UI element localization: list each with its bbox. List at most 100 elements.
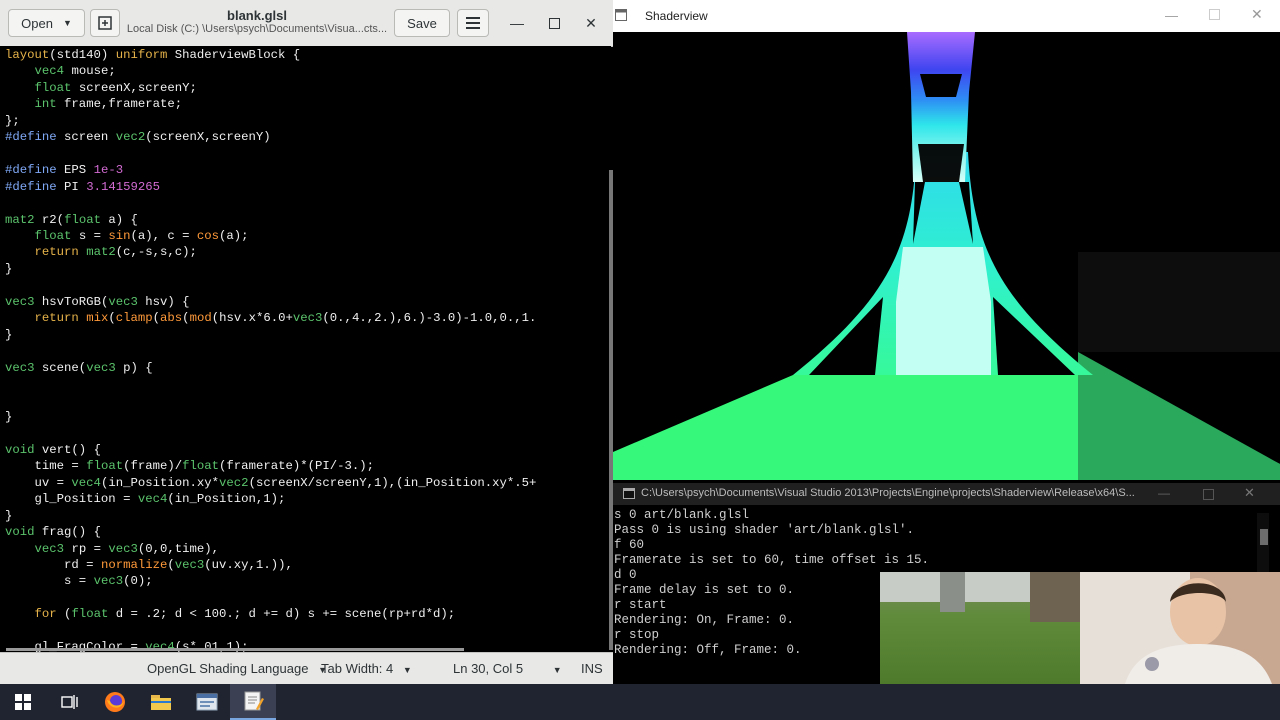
chevron-down-icon: ▼ (552, 665, 562, 675)
maximize-button[interactable] (1203, 489, 1214, 500)
code-line: vec3 hsvToRGB(vec3 hsv) { (5, 294, 190, 309)
tab-width-selector[interactable]: Tab Width: 4 ▼ (321, 661, 412, 676)
close-icon: ✕ (1251, 6, 1263, 22)
code-line: s = vec3(0); (5, 574, 153, 589)
tab-width-label: Tab Width: 4 (321, 661, 394, 676)
console-line: Rendering: On, Frame: 0. (614, 613, 795, 627)
console-line: d 0 (614, 568, 637, 582)
app-window-button[interactable] (184, 684, 230, 720)
new-document-icon (98, 16, 112, 30)
code-line: } (5, 409, 13, 424)
code-line: void vert() { (5, 442, 101, 457)
document-title: blank.glsl (227, 8, 287, 23)
code-line: return mix(clamp(abs(mod(hsv.x*6.0+vec3(… (34, 311, 537, 326)
horizontal-scrollbar[interactable] (6, 648, 464, 651)
editor-window: Open ▼ blank.glsl Local Disk (C:) \Users… (0, 0, 613, 685)
maximize-button[interactable] (543, 12, 565, 34)
folder-icon (151, 695, 171, 710)
gedit-button[interactable] (230, 684, 276, 720)
code-line: void frag() { (5, 525, 101, 540)
document-path: Local Disk (C:) \Users\psych\Documents\V… (126, 23, 388, 35)
minimize-button[interactable]: — (1158, 486, 1170, 500)
code-line: vec3 scene(vec3 p) { (5, 360, 153, 375)
rendered-scene (613, 32, 1280, 480)
chevron-down-icon: ▼ (402, 665, 412, 675)
minimize-button[interactable]: — (1165, 8, 1178, 23)
code-line: gl_Position = vec4(in_Position,1); (5, 492, 286, 507)
code-line: time = float(frame)/float(framerate)*(PI… (5, 459, 375, 474)
taskbar (0, 684, 1280, 720)
code-editor[interactable]: layout(std140) uniform ShaderviewBlock {… (0, 46, 611, 652)
firefox-button[interactable] (92, 684, 138, 720)
console-line: f 60 (614, 538, 645, 552)
code-line: int frame,framerate; (34, 97, 183, 112)
code-line: float screenX,screenY; (34, 80, 197, 95)
language-selector[interactable]: OpenGL Shading Language ▼ (147, 661, 327, 676)
close-button[interactable]: ✕ (1244, 485, 1255, 501)
start-button[interactable] (0, 684, 46, 720)
minimize-icon: — (1158, 486, 1170, 500)
minimize-button[interactable]: — (506, 12, 528, 34)
console-line: Framerate is set to 60, time offset is 1… (614, 553, 930, 567)
code-line: }; (5, 113, 20, 128)
save-button[interactable]: Save (394, 9, 450, 37)
cursor-position-selector[interactable]: Ln 30, Col 5 ▼ (453, 661, 562, 676)
console-icon (623, 488, 635, 499)
language-label: OpenGL Shading Language (147, 661, 309, 676)
windows-logo-icon (15, 694, 31, 710)
code-line: #define screen vec2(screenX,screenY) (5, 130, 271, 145)
menu-button[interactable] (457, 9, 489, 37)
code-line: #define EPS 1e-3 (5, 163, 124, 178)
text-editor-icon (244, 691, 264, 711)
hamburger-icon (466, 17, 480, 29)
editor-headerbar: Open ▼ blank.glsl Local Disk (C:) \Users… (0, 0, 613, 47)
status-bar: OpenGL Shading Language ▼ Tab Width: 4 ▼… (0, 652, 613, 685)
shader-render-canvas[interactable] (613, 32, 1280, 480)
minimize-icon: — (510, 15, 524, 31)
console-line: Rendering: Off, Frame: 0. (614, 643, 802, 657)
app-window-icon (196, 693, 218, 711)
save-label: Save (407, 15, 437, 31)
console-line: Frame delay is set to 0. (614, 583, 795, 597)
window-icon (615, 9, 627, 21)
code-line: } (5, 508, 13, 523)
task-view-button[interactable] (46, 684, 92, 720)
shaderview-title: Shaderview (645, 9, 708, 23)
code-line: return mat2(c,-s,s,c); (34, 245, 197, 260)
insert-mode-label: INS (581, 661, 603, 676)
console-path: C:\Users\psych\Documents\Visual Studio 2… (641, 487, 1135, 499)
open-button[interactable]: Open ▼ (8, 9, 85, 37)
code-line: float s = sin(a), c = cos(a); (34, 228, 249, 243)
close-button[interactable]: ✕ (580, 12, 602, 34)
maximize-button[interactable] (1209, 9, 1220, 20)
open-label: Open (21, 15, 53, 31)
code-line: for (float d = .2; d < 100.; d += d) s +… (34, 607, 456, 622)
close-button[interactable]: ✕ (1251, 6, 1263, 23)
code-line: vec4 mouse; (34, 64, 116, 79)
console-line: Pass 0 is using shader 'art/blank.glsl'. (614, 523, 915, 537)
scrollbar-thumb[interactable] (1260, 529, 1268, 545)
shaderview-titlebar: Shaderview — ✕ (613, 0, 1280, 33)
minimize-icon: — (1165, 8, 1178, 23)
close-icon: ✕ (1244, 485, 1255, 500)
code-line: layout(std140) uniform ShaderviewBlock { (5, 48, 301, 62)
maximize-icon (548, 17, 560, 29)
code-line: } (5, 261, 13, 276)
cursor-position-label: Ln 30, Col 5 (453, 661, 524, 676)
code-line: uv = vec4(in_Position.xy*vec2(screenX/sc… (5, 475, 537, 490)
task-view-icon (61, 695, 78, 709)
code-line: rd = normalize(vec3(uv.xy,1.)), (5, 557, 293, 572)
new-tab-button[interactable] (90, 9, 120, 37)
firefox-icon (105, 692, 125, 712)
webcam-image (880, 572, 1280, 684)
file-explorer-button[interactable] (138, 684, 184, 720)
console-line: r start (614, 598, 667, 612)
code-line: } (5, 327, 13, 342)
code-line: vec3 rp = vec3(0,0,time), (34, 541, 220, 556)
console-line: s 0 art/blank.glsl (614, 508, 750, 522)
close-icon: ✕ (585, 14, 597, 31)
webcam-overlay (880, 572, 1280, 684)
console-line: r stop (614, 628, 660, 642)
code-line: #define PI 3.14159265 (5, 179, 160, 194)
console-titlebar: C:\Users\psych\Documents\Visual Studio 2… (613, 483, 1280, 505)
